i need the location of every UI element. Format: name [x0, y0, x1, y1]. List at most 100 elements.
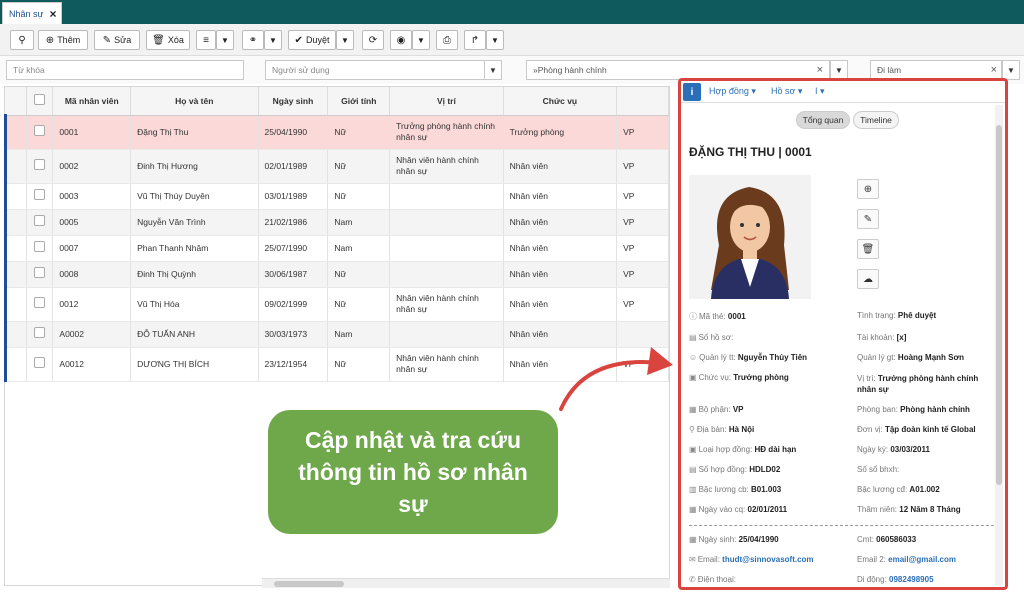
email-link[interactable]: thudt@sinnovasoft.com [722, 555, 813, 564]
user-input[interactable]: Người sử dụng [265, 60, 487, 80]
row-checkbox[interactable] [34, 125, 46, 136]
add-label: Thêm [57, 35, 81, 45]
row-checkbox[interactable] [34, 215, 46, 226]
trash-icon: 🗑 [861, 243, 875, 255]
cell-dob: 30/06/1987 [258, 261, 329, 288]
printer-icon: ⎙ [443, 34, 451, 46]
refresh-button[interactable]: ⟳ [362, 30, 384, 50]
department-dropdown[interactable]: ▼ [830, 60, 848, 80]
cell-position [389, 235, 504, 262]
approve-dropdown[interactable]: ▼ [336, 30, 354, 50]
clear-icon[interactable]: × [817, 64, 823, 76]
timeline-tab[interactable]: Timeline [853, 111, 899, 129]
add-photo-button[interactable]: ⊕ [857, 179, 879, 199]
menu-dropdown[interactable]: ▼ [216, 30, 234, 50]
label: Bộ phận: [698, 405, 731, 414]
table-row[interactable]: 0003 Vũ Thị Thúy Duyên 03/01/1989 Nữ Nhân vi… [5, 183, 669, 210]
link-button[interactable]: ⚭ [242, 30, 264, 50]
field-id: Cmt: 060586033 [857, 535, 916, 544]
vertical-scrollbar[interactable] [995, 105, 1003, 585]
info-icon[interactable]: i [683, 83, 701, 101]
value: 02/01/2011 [747, 505, 788, 514]
value: 060586033 [876, 535, 917, 544]
table-row[interactable]: 0008 Đinh Thị Quỳnh 30/06/1987 Nữ Nhân viên V… [5, 261, 669, 288]
cell-name: Nguyễn Văn Trình [130, 209, 259, 236]
col-header-title[interactable]: Chức vụ [503, 87, 618, 116]
scroll-thumb[interactable] [274, 581, 344, 587]
row-checkbox[interactable] [34, 297, 46, 308]
row-checkbox [26, 235, 54, 262]
label: Địa bàn: [696, 425, 727, 434]
share-button[interactable]: ↱ [464, 30, 486, 50]
field-join-date: ▦ Ngày vào cq: 02/01/2011 [689, 505, 787, 514]
view-button[interactable]: ◉ [390, 30, 412, 50]
department-select[interactable]: »Phòng hành chính × [526, 60, 830, 80]
search-button[interactable]: ⚲ [10, 30, 34, 50]
row-checkbox[interactable] [34, 241, 46, 252]
row-checkbox[interactable] [34, 159, 46, 170]
label: Tài khoản: [857, 333, 895, 342]
row-checkbox[interactable] [34, 327, 46, 338]
row-checkbox[interactable] [34, 357, 46, 368]
employee-title: ĐẶNG THỊ THU | 0001 [689, 145, 812, 159]
cell-gender: Nữ [327, 347, 391, 382]
delete-button[interactable]: 🗑 Xóa [146, 30, 190, 50]
view-dropdown[interactable]: ▼ [412, 30, 430, 50]
row-checkbox[interactable] [34, 267, 46, 278]
col-header-dept[interactable] [616, 87, 669, 116]
tab-nhan-su[interactable]: Nhân sự × [2, 2, 62, 24]
mobile-link[interactable]: 0982498905 [889, 575, 934, 584]
col-header-gender[interactable]: Giới tính [327, 87, 391, 116]
label: Tình trạng: [857, 311, 896, 320]
scroll-thumb[interactable] [996, 125, 1002, 485]
user-dropdown[interactable]: ▼ [484, 60, 502, 80]
approve-button[interactable]: ✔ Duyệt [288, 30, 336, 50]
status-select[interactable]: Đi làm × [870, 60, 1002, 80]
table-row[interactable]: 0012 Vũ Thị Hóa 09/02/1999 Nữ Nhân viên hành… [5, 287, 669, 322]
col-header-position[interactable]: Vị trí [389, 87, 504, 116]
print-button[interactable]: ⎙ [436, 30, 458, 50]
tab-profile[interactable]: Hồ sơ ▾ [771, 86, 802, 97]
table-row[interactable]: 0007 Phan Thanh Nhâm 25/07/1990 Nam Nhân viê… [5, 235, 669, 262]
value: 12 Năm 8 Tháng [899, 505, 961, 514]
menu-icon: ≡ [203, 34, 209, 46]
table-row[interactable]: 0002 Đinh Thị Hương 02/01/1989 Nữ Nhân viên … [5, 149, 669, 184]
email2-link[interactable]: email@gmail.com [888, 555, 956, 564]
toolbar: ⚲ ⊕ Thêm ✎ Sửa 🗑 Xóa ≡ ▼ ⚭ ▼ ✔ Duyệt ▼ ⟳ ◉ ▼… [0, 24, 1024, 56]
horizontal-scrollbar[interactable] [262, 578, 670, 588]
status-dropdown[interactable]: ▼ [1002, 60, 1020, 80]
keyword-input[interactable]: Từ khóa [6, 60, 244, 80]
field-position: Vị trí: Trưởng phòng hành chính nhân sự [857, 373, 987, 395]
col-header-name[interactable]: Họ và tên [130, 87, 259, 116]
caret-down-icon: ▼ [491, 35, 499, 45]
cell-position: Nhân viên hành chính nhân sự [389, 347, 504, 382]
col-header-dob[interactable]: Ngày sinh [258, 87, 329, 116]
close-icon[interactable]: × [50, 7, 57, 21]
field-title: ▣ Chức vụ: Trưởng phòng [689, 373, 789, 382]
overview-tab[interactable]: Tổng quan [796, 111, 850, 129]
delete-photo-button[interactable]: 🗑 [857, 239, 879, 259]
label: Thâm niên: [857, 505, 898, 514]
edit-button[interactable]: ✎ Sửa [94, 30, 140, 50]
menu-button[interactable]: ≡ [196, 30, 216, 50]
table-row[interactable]: 0005 Nguyễn Văn Trình 21/02/1986 Nam Nhân vi… [5, 209, 669, 236]
link-dropdown[interactable]: ▼ [264, 30, 282, 50]
cell-dept: VP [616, 183, 669, 210]
clear-icon[interactable]: × [991, 64, 997, 76]
share-dropdown[interactable]: ▼ [486, 30, 504, 50]
upload-photo-button[interactable]: ☁ [857, 269, 879, 289]
eye-icon: ◉ [396, 34, 406, 46]
col-header-id[interactable]: Mã nhân viên [52, 87, 132, 116]
tab-more[interactable]: I ▾ [815, 86, 825, 97]
value: 03/03/2011 [890, 445, 930, 454]
badge-icon: ▣ [689, 373, 697, 382]
select-all-checkbox[interactable] [34, 94, 46, 106]
table-row[interactable]: 0001 Đặng Thị Thu 25/04/1990 Nữ Trưởng phòng… [5, 115, 669, 150]
label: Chức vụ: [698, 373, 732, 382]
edit-photo-button[interactable]: ✎ [857, 209, 879, 229]
row-checkbox[interactable] [34, 189, 46, 200]
label: Email 2: [857, 555, 886, 564]
field-seniority: Thâm niên: 12 Năm 8 Tháng [857, 505, 961, 514]
add-button[interactable]: ⊕ Thêm [38, 30, 88, 50]
tab-contract[interactable]: Hợp đồng ▾ [709, 86, 756, 97]
